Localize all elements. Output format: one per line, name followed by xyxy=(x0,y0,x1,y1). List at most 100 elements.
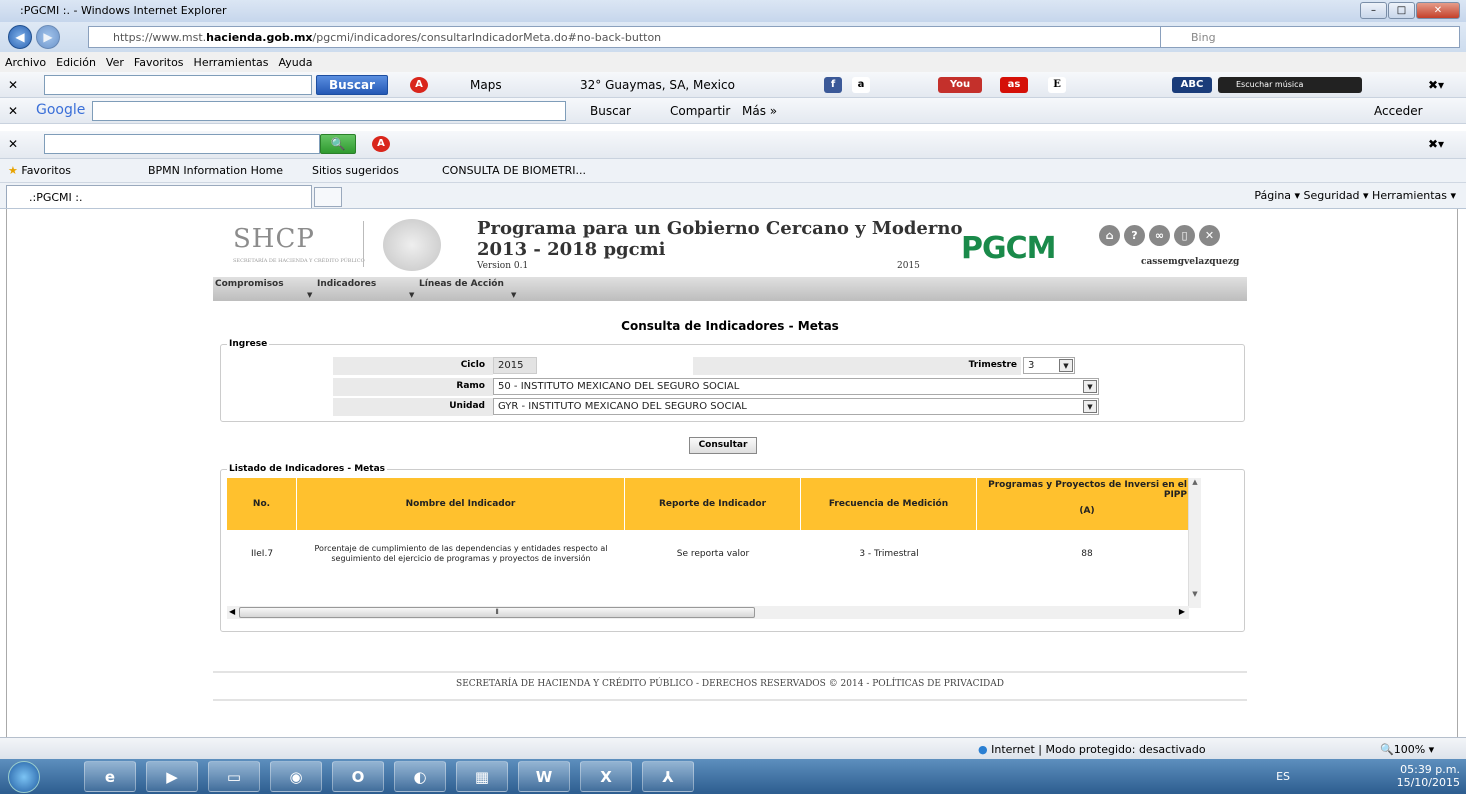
zone-label: Internet | Modo protegido: desactivado xyxy=(991,743,1206,756)
col-reporte[interactable]: Reporte de Indicador xyxy=(625,478,801,530)
taskbar-outlook-icon[interactable]: O xyxy=(332,761,384,792)
link-icon[interactable]: ∞ xyxy=(1149,225,1170,246)
section-title: Consulta de Indicadores - Metas xyxy=(621,319,839,333)
ask-search-input-2[interactable] xyxy=(44,134,320,154)
amazon-icon[interactable]: a xyxy=(852,77,870,93)
menu-ayuda[interactable]: Ayuda xyxy=(273,52,317,69)
address-input[interactable]: https://www.mst.hacienda.gob.mx/pgcmi/in… xyxy=(88,26,1228,48)
minimize-button[interactable]: – xyxy=(1360,2,1387,19)
close-button[interactable]: ✕ xyxy=(1416,2,1460,19)
tab-bar: .:PGCMI :. Página ▾ Seguridad ▾ Herramie… xyxy=(0,183,1466,209)
taskbar-word-icon[interactable]: W xyxy=(518,761,570,792)
clock[interactable]: 05:39 p.m. 15/10/2015 xyxy=(1397,763,1460,789)
taskbar-ie-icon[interactable]: e xyxy=(84,761,136,792)
scroll-thumb[interactable]: ⦀ xyxy=(239,607,755,618)
scroll-left-icon[interactable]: ◀ xyxy=(229,607,235,616)
ask-logo-icon[interactable]: A xyxy=(410,77,428,93)
facebook-icon[interactable]: f xyxy=(824,77,842,93)
lastfm-icon[interactable]: as xyxy=(1000,77,1028,93)
chevron-down-icon: ▼ xyxy=(409,291,415,299)
col-programas[interactable]: Programas y Proyectos de Inversi en el P… xyxy=(977,478,1189,530)
col-frecuencia[interactable]: Frecuencia de Medición xyxy=(801,478,977,530)
start-button[interactable] xyxy=(8,761,40,793)
taskbar-media-icon[interactable]: ▶ xyxy=(146,761,198,792)
more-button[interactable]: Más » xyxy=(742,104,777,118)
taskbar-app-icon[interactable]: ▦ xyxy=(456,761,508,792)
menu-lineas[interactable]: Líneas de Acción xyxy=(419,279,504,289)
close-toolbar-icon[interactable]: ✕ xyxy=(8,137,18,151)
page-viewport: SHCP SECRETARÍA DE HACIENDA Y CRÉDITO PÚB… xyxy=(6,209,1458,737)
language-indicator[interactable]: ES xyxy=(1276,770,1290,783)
results-grid: No. Nombre del Indicador Reporte de Indi… xyxy=(227,478,1189,608)
new-tab-button[interactable] xyxy=(314,187,342,207)
scroll-down-icon[interactable]: ▼ xyxy=(1189,590,1201,598)
favorites-bar: ★ Favoritos BPMN Information Home Sitios… xyxy=(0,159,1466,183)
close-toolbar-icon[interactable]: ✕ xyxy=(8,104,18,118)
chevron-down-icon[interactable]: ▼ xyxy=(1083,400,1097,413)
consultar-button[interactable]: Consultar xyxy=(689,437,757,454)
ramo-select[interactable]: 50 - INSTITUTO MEXICANO DEL SEGURO SOCIA… xyxy=(493,378,1099,395)
scroll-up-icon[interactable]: ▲ xyxy=(1189,478,1201,486)
chevron-down-icon[interactable]: ▼ xyxy=(1059,359,1073,372)
taskbar-firefox-icon[interactable]: ◐ xyxy=(394,761,446,792)
vertical-scrollbar[interactable]: ▲ ▼ xyxy=(1188,478,1201,608)
favorites-button[interactable]: ★ Favoritos xyxy=(8,164,71,177)
help-icon[interactable]: ? xyxy=(1124,225,1145,246)
taskbar-excel-icon[interactable]: X xyxy=(580,761,632,792)
login-button[interactable]: Acceder xyxy=(1374,104,1423,118)
search-input[interactable]: Bing xyxy=(1160,26,1460,48)
col-no[interactable]: No. xyxy=(227,478,297,530)
maximize-button[interactable]: □ xyxy=(1388,2,1415,19)
abc-button[interactable]: ABC xyxy=(1172,77,1212,93)
maps-button[interactable]: Maps xyxy=(470,78,502,92)
home-icon[interactable]: ⌂ xyxy=(1099,225,1120,246)
back-button[interactable]: ◀ xyxy=(8,25,32,49)
taskbar-pdf-icon[interactable]: ⅄ xyxy=(642,761,694,792)
logout-icon[interactable]: ✕ xyxy=(1199,225,1220,246)
ask-logo-icon[interactable]: A xyxy=(372,136,390,152)
trimestre-select[interactable]: 3 ▼ xyxy=(1023,357,1075,374)
ask-search-input[interactable] xyxy=(44,75,312,95)
scroll-right-icon[interactable]: ▶ xyxy=(1179,607,1185,616)
menu-herramientas[interactable]: Herramientas xyxy=(189,52,274,69)
google-search-button[interactable]: Buscar xyxy=(590,104,631,118)
google-search-input[interactable] xyxy=(92,101,566,121)
close-toolbar-icon[interactable]: ✕ xyxy=(8,78,18,92)
taskbar-folder-icon[interactable]: ▭ xyxy=(208,761,260,792)
menu-archivo[interactable]: Archivo xyxy=(0,52,51,69)
ciclo-field[interactable]: 2015 xyxy=(493,357,537,374)
chevron-down-icon[interactable]: ▼ xyxy=(1083,380,1097,393)
menu-favoritos[interactable]: Favoritos xyxy=(129,52,189,69)
col-nombre[interactable]: Nombre del Indicador xyxy=(297,478,625,530)
menu-compromisos[interactable]: Compromisos xyxy=(215,279,284,289)
username: cassemgvelazquezg xyxy=(1141,257,1240,267)
weather-button[interactable]: 32° Guaymas, SA, Mexico xyxy=(580,78,735,92)
youtube-icon[interactable]: You xyxy=(938,77,982,93)
tools-icon[interactable]: ✖▾ xyxy=(1428,137,1444,151)
search-icon[interactable]: 🔍 xyxy=(320,134,356,154)
cell-nombre: Porcentaje de cumplimiento de las depend… xyxy=(314,544,608,563)
zoom-button[interactable]: 🔍100% ▾ xyxy=(1380,743,1434,756)
command-bar[interactable]: Página ▾ Seguridad ▾ Herramientas ▾ xyxy=(1254,189,1456,202)
taskbar-chrome-icon[interactable]: ◉ xyxy=(270,761,322,792)
favorite-sitios[interactable]: Sitios sugeridos xyxy=(312,164,399,177)
horizontal-scrollbar[interactable]: ◀ ⦀ ▶ xyxy=(227,606,1189,619)
favorite-consulta[interactable]: CONSULTA DE BIOMETRI... xyxy=(442,164,586,177)
results-list: Listado de Indicadores - Metas No. Nombr… xyxy=(220,464,1245,632)
e-icon[interactable]: E xyxy=(1048,77,1066,93)
book-icon[interactable]: ▯ xyxy=(1174,225,1195,246)
favorite-bpmn[interactable]: BPMN Information Home xyxy=(148,164,283,177)
ask-search-button[interactable]: Buscar xyxy=(316,75,388,95)
music-player[interactable]: Escuchar música xyxy=(1218,77,1362,93)
menu-indicadores[interactable]: Indicadores xyxy=(317,279,376,289)
share-button[interactable]: Compartir xyxy=(670,104,730,118)
forward-button[interactable]: ▶ xyxy=(36,25,60,49)
menu-edicion[interactable]: Edición xyxy=(51,52,101,69)
divider xyxy=(363,221,364,267)
tab-pgcmi[interactable]: .:PGCMI :. xyxy=(6,185,312,208)
unidad-select[interactable]: GYR - INSTITUTO MEXICANO DEL SEGURO SOCI… xyxy=(493,398,1099,415)
taskbar: e ▶ ▭ ◉ O ◐ ▦ W X ⅄ ES 05:39 p.m. 15/10/2… xyxy=(0,759,1466,794)
tools-icon[interactable]: ✖▾ xyxy=(1428,78,1444,92)
shcp-subtext: SECRETARÍA DE HACIENDA Y CRÉDITO PÚBLICO xyxy=(233,258,365,264)
menu-ver[interactable]: Ver xyxy=(101,52,129,69)
